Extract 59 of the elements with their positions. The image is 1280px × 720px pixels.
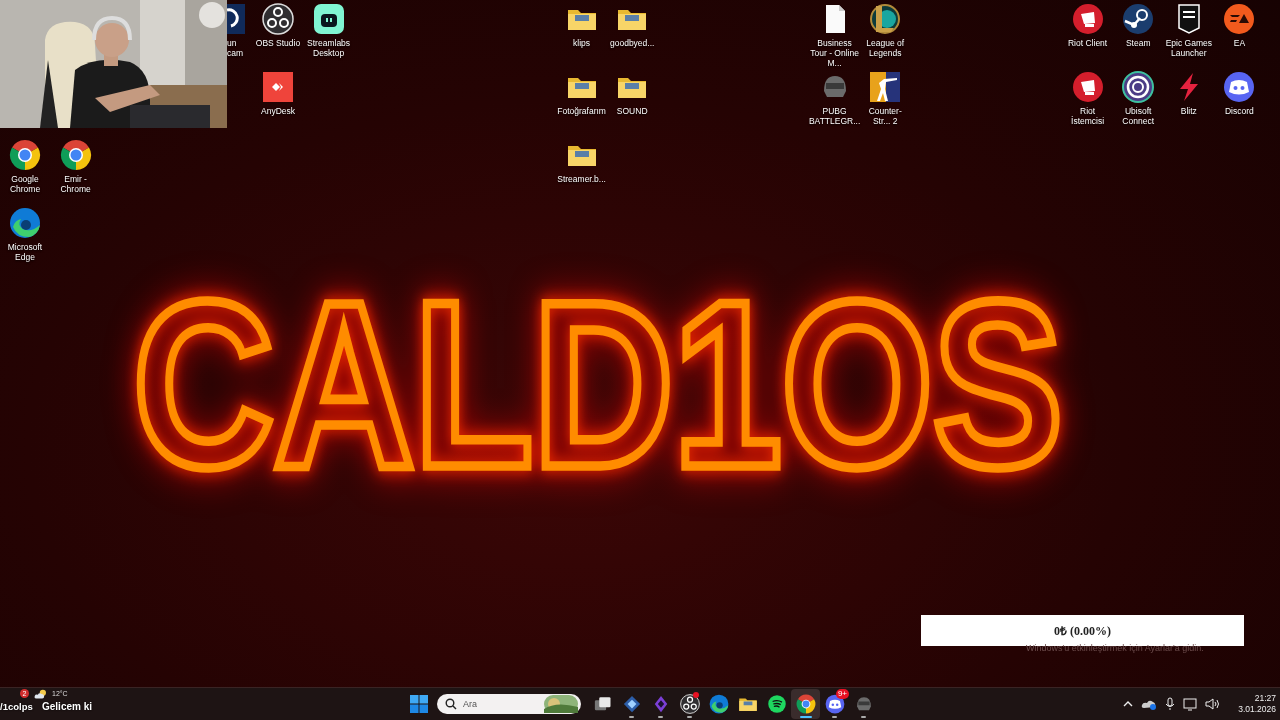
landscape-icon [544,695,578,713]
chat-app-icon [824,694,845,714]
desktop-shortcut[interactable]: Steam [1113,3,1164,48]
desktop-shortcut[interactable]: SOUND [607,71,658,116]
desktop-shortcut[interactable]: Discord [1214,71,1265,116]
recorder-icon [262,3,294,35]
display-icon[interactable] [1183,697,1198,711]
notification-badge: 9+ [835,689,849,699]
clock-date: 3.01.2026 [1238,704,1276,715]
desktop-shortcut[interactable]: Streamlabs Desktop [303,3,354,58]
desktop-shortcut[interactable]: Counter-Str... 2 [860,71,911,126]
search-icon [445,698,457,710]
steam-icon [1122,3,1155,35]
weather-icon [34,689,48,699]
desktop-shortcut[interactable]: Blitz [1163,71,1214,116]
desktop-shortcut[interactable]: Ubisoft Connect [1113,71,1164,126]
chat-username: /1colps [0,701,33,712]
chat-message: Gelicem ki [42,701,93,712]
browser-icon [9,139,41,171]
desktop-shortcut[interactable]: Epic Games Launcher [1163,3,1214,58]
recorder-icon [679,694,700,714]
microphone-icon[interactable] [1165,697,1176,711]
app-icon [312,3,345,35]
music-app-icon [766,694,787,714]
app-icon [621,694,642,714]
desktop-shortcut[interactable]: Riot İstemcisi [1062,71,1113,126]
clock-time: 21:27 [1254,693,1276,704]
desktop-shortcut[interactable]: Riot Client [1062,3,1113,48]
desktop-shortcut[interactable]: Streamer.b... [556,139,607,184]
start-icon[interactable] [410,695,428,713]
desktop-shortcut[interactable]: Business Tour - Online M... [809,3,860,68]
browser-icon [59,139,92,171]
clock[interactable]: 21:27 3.01.2026 [1238,693,1276,715]
desktop-shortcut[interactable]: Google Chrome [0,139,50,194]
desktop-shortcut[interactable]: AnyDesk [253,71,303,116]
desktop-shortcut[interactable]: Microsoft Edge [0,207,50,262]
taskbar-app[interactable] [791,689,820,719]
chevron-up-icon[interactable] [1123,700,1134,708]
remote-desktop-icon [262,71,294,103]
taskbar-app[interactable]: 9+ [820,689,849,719]
wallpaper-title: CALD1OS [131,268,1064,504]
game-icon [1223,3,1256,35]
chat-app-icon [1223,71,1256,103]
camera-app-icon [227,3,245,35]
browser-icon [9,207,41,239]
game-icon [869,71,902,103]
volume-icon[interactable] [1205,698,1221,710]
desktop-shortcut[interactable]: EA [1214,3,1265,48]
desktop-shortcut[interactable]: OBS Studio [253,3,303,48]
desktop-shortcut[interactable]: PUBG BATTLEGR... [809,71,860,126]
cloud-icon[interactable] [1141,698,1158,710]
desktop-shortcut[interactable]: League of Legends [860,3,911,58]
desktop-shortcut[interactable]: klips [556,3,607,48]
desktop-shortcut[interactable]: Emir - Chrome [50,139,101,194]
game-icon [869,3,902,35]
browser-icon [708,694,729,714]
desktop-shortcut[interactable]: Fotoğrafarım [556,71,607,116]
desktop-shortcut[interactable]: goodbyed... [607,3,658,48]
browser-icon [795,694,816,714]
